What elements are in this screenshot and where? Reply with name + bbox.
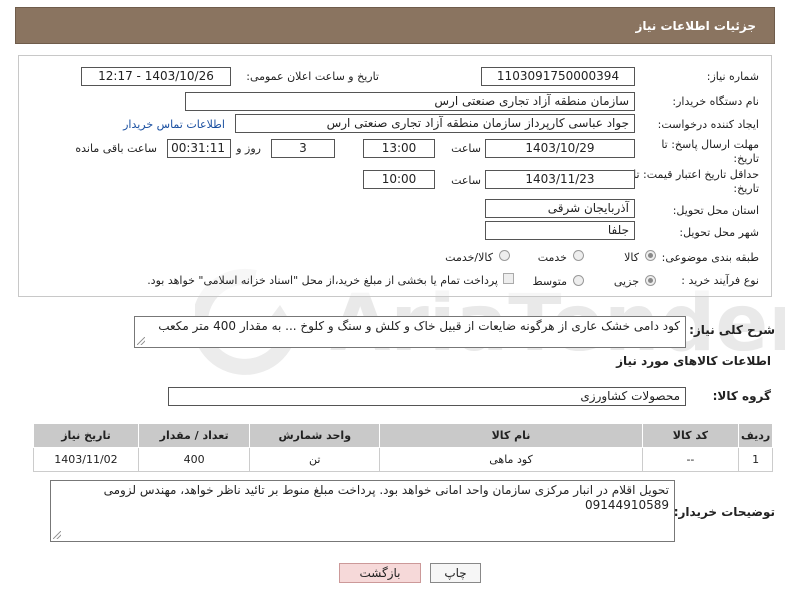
validity-label-line1: حداقل تاریخ اعتبار قیمت: تا: [633, 168, 759, 181]
validity-time-field[interactable]: 10:00: [363, 170, 435, 189]
need-number-field[interactable]: 1103091750000394: [481, 67, 635, 86]
announce-datetime-field[interactable]: 1403/10/26 - 12:17: [81, 67, 231, 86]
buyer-org-label: نام دستگاه خریدار:: [672, 95, 759, 108]
remaining-time-label: ساعت باقی مانده: [75, 142, 157, 155]
category-radio-service[interactable]: [573, 250, 584, 261]
validity-time-label: ساعت: [451, 174, 481, 187]
summary-text: کود دامی خشک عاری از هرگونه ضایعات از قب…: [158, 319, 680, 333]
resize-grip-icon[interactable]: [53, 531, 61, 539]
cell-goods-code: --: [641, 447, 740, 472]
buyer-org-field[interactable]: سازمان منطقه آزاد تجاری صنعتی ارس: [185, 92, 635, 111]
cell-need-date: 1403/11/02: [33, 447, 139, 472]
deadline-label-line1: مهلت ارسال پاسخ: تا: [661, 138, 759, 151]
city-field[interactable]: جلفا: [485, 221, 635, 240]
remaining-days-field[interactable]: 3: [271, 139, 335, 158]
category-option-goods: کالا: [624, 251, 639, 264]
province-field[interactable]: آذربایجان شرقی: [485, 199, 635, 218]
validity-date-field[interactable]: 1403/11/23: [485, 170, 635, 189]
need-number-label: شماره نیاز:: [706, 70, 759, 83]
cell-quantity: 400: [137, 447, 251, 472]
col-header-goods-name: نام کالا: [379, 423, 643, 448]
goods-table-header-row: ردیف کد کالا نام کالا واحد شمارش تعداد /…: [33, 423, 773, 448]
process-option-medium: متوسط: [532, 275, 567, 288]
treasury-payment-checkbox[interactable]: [503, 273, 514, 284]
buyer-notes-textarea[interactable]: تحویل اقلام در انبار مرکزی سازمان واحد ا…: [50, 480, 675, 542]
col-header-unit: واحد شمارش: [249, 423, 381, 448]
summary-label: شرح کلی نیاز:: [689, 323, 775, 337]
goods-table: ردیف کد کالا نام کالا واحد شمارش تعداد /…: [33, 423, 773, 472]
category-label: طبقه بندی موضوعی:: [661, 251, 759, 264]
category-option-service: خدمت: [537, 251, 567, 264]
announce-datetime-label: تاریخ و ساعت اعلان عمومی:: [246, 70, 379, 83]
cell-unit: تن: [249, 447, 381, 472]
buyer-notes-label: توضیحات خریدار:: [673, 505, 775, 519]
cell-row-number: 1: [738, 447, 773, 472]
process-option-minor: جزیی: [613, 275, 639, 288]
print-button[interactable]: چاپ: [430, 563, 481, 583]
table-row: 1 -- کود ماهی تن 400 1403/11/02: [33, 447, 773, 472]
category-radio-goods-service[interactable]: [499, 250, 510, 261]
summary-textarea[interactable]: کود دامی خشک عاری از هرگونه ضایعات از قب…: [134, 316, 686, 348]
resize-grip-icon[interactable]: [137, 337, 145, 345]
category-radio-goods[interactable]: [645, 250, 656, 261]
page-title: جزئیات اطلاعات نیاز: [635, 19, 756, 33]
remaining-time-field[interactable]: 00:31:11: [167, 139, 231, 158]
col-header-goods-code: کد کالا: [641, 423, 740, 448]
buyer-notes-line1: تحویل اقلام در انبار مرکزی سازمان واحد ا…: [103, 483, 669, 497]
back-button[interactable]: بازگشت: [339, 563, 421, 583]
deadline-label-line2: تاریخ:: [733, 152, 759, 165]
deadline-date-field[interactable]: 1403/10/29: [485, 139, 635, 158]
cell-goods-name: کود ماهی: [379, 447, 643, 472]
goods-group-field[interactable]: محصولات کشاورزی: [168, 387, 686, 406]
validity-label-line2: تاریخ:: [733, 182, 759, 195]
details-panel: شماره نیاز: 1103091750000394 تاریخ و ساع…: [18, 55, 772, 297]
deadline-time-label: ساعت: [451, 142, 481, 155]
creator-field[interactable]: جواد عباسی کارپرداز سازمان منطقه آزاد تج…: [235, 114, 635, 133]
category-option-goods-service: کالا/خدمت: [445, 251, 493, 264]
treasury-payment-note: پرداخت تمام یا بخشی از مبلغ خرید،از محل …: [147, 274, 498, 287]
process-type-label: نوع فرآیند خرید :: [681, 274, 759, 287]
process-radio-minor[interactable]: [645, 275, 656, 286]
col-header-quantity: تعداد / مقدار: [137, 423, 251, 448]
city-label: شهر محل تحویل:: [679, 226, 759, 239]
process-radio-medium[interactable]: [573, 275, 584, 286]
remaining-days-label: روز و: [236, 142, 261, 155]
goods-section-title: اطلاعات کالاهای مورد نیاز: [616, 354, 771, 368]
goods-group-label: گروه کالا:: [712, 389, 771, 403]
col-header-need-date: تاریخ نیاز: [33, 423, 139, 448]
buyer-notes-line2: 09144910589: [585, 498, 669, 512]
deadline-time-field[interactable]: 13:00: [363, 139, 435, 158]
creator-label: ایجاد کننده درخواست:: [657, 118, 759, 131]
col-header-row-number: ردیف: [738, 423, 773, 448]
page-header: جزئیات اطلاعات نیاز: [15, 7, 775, 44]
province-label: استان محل تحویل:: [672, 204, 759, 217]
buyer-contact-link[interactable]: اطلاعات تماس خریدار: [123, 118, 225, 131]
